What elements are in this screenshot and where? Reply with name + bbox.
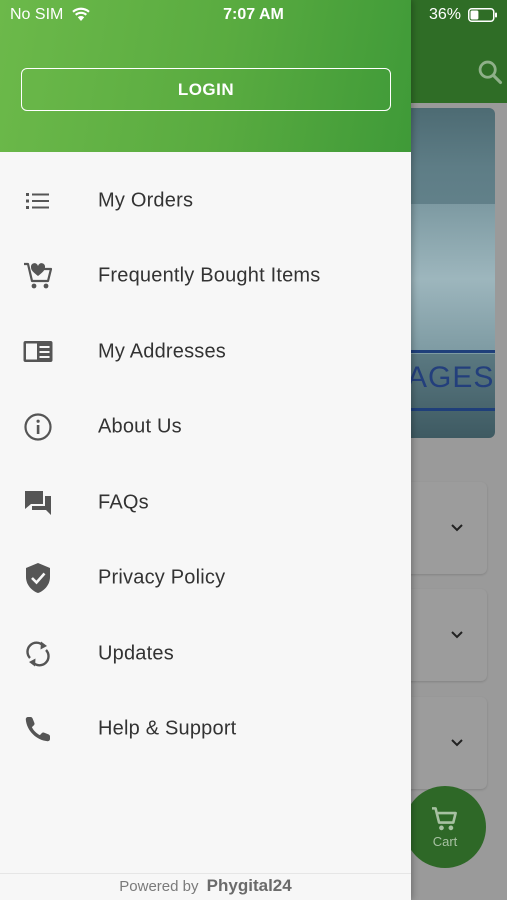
- address-card-icon: [22, 336, 54, 368]
- chat-bubbles-icon: [22, 487, 54, 519]
- menu-item-label: My Orders: [98, 189, 194, 212]
- chevron-down-icon: [451, 524, 463, 532]
- shield-check-icon: [22, 562, 54, 594]
- cart-fab-button[interactable]: Cart: [404, 786, 486, 868]
- menu-item-label: My Addresses: [98, 340, 227, 363]
- menu-item-help-support[interactable]: Help & Support: [0, 692, 411, 768]
- battery-percent: 36%: [429, 6, 462, 23]
- menu-item-privacy-policy[interactable]: Privacy Policy: [0, 541, 411, 617]
- menu-item-label: Privacy Policy: [98, 566, 226, 589]
- phone-icon: [22, 713, 54, 745]
- sync-icon: [22, 638, 54, 670]
- brand-name: Phygital24: [206, 876, 292, 895]
- info-icon: [22, 411, 54, 443]
- powered-by-footer: Powered by Phygital24: [0, 876, 411, 896]
- chevron-down-icon: [451, 739, 463, 747]
- chevron-down-icon: [451, 631, 463, 639]
- menu-item-label: Frequently Bought Items: [98, 264, 321, 287]
- menu-item-updates[interactable]: Updates: [0, 616, 411, 692]
- list-icon: [22, 185, 54, 217]
- menu-item-faqs[interactable]: FAQs: [0, 465, 411, 541]
- status-bar: No SIM 7:07 AM 36%: [0, 0, 507, 30]
- menu-item-label: Updates: [98, 642, 174, 665]
- search-icon[interactable]: [476, 58, 504, 86]
- menu-item-about-us[interactable]: About Us: [0, 390, 411, 466]
- cart-label: Cart: [432, 833, 458, 849]
- cart-heart-icon: [22, 260, 54, 292]
- banner-text: AGES: [407, 361, 495, 394]
- menu-item-frequently-bought[interactable]: Frequently Bought Items: [0, 239, 411, 315]
- navigation-drawer: LOGIN My Orders Frequently Bought Items …: [0, 0, 411, 900]
- cart-icon: [432, 806, 457, 830]
- menu-item-label: FAQs: [98, 491, 149, 514]
- battery-icon: [468, 8, 497, 22]
- menu-item-my-orders[interactable]: My Orders: [0, 163, 411, 239]
- menu-item-label: Help & Support: [98, 717, 237, 740]
- powered-by-label: Powered by: [119, 878, 199, 895]
- footer-divider: [0, 873, 411, 874]
- menu-item-label: About Us: [98, 415, 182, 438]
- menu-item-my-addresses[interactable]: My Addresses: [0, 314, 411, 390]
- login-button[interactable]: LOGIN: [21, 68, 391, 111]
- drawer-menu: My Orders Frequently Bought Items My Add…: [0, 163, 411, 767]
